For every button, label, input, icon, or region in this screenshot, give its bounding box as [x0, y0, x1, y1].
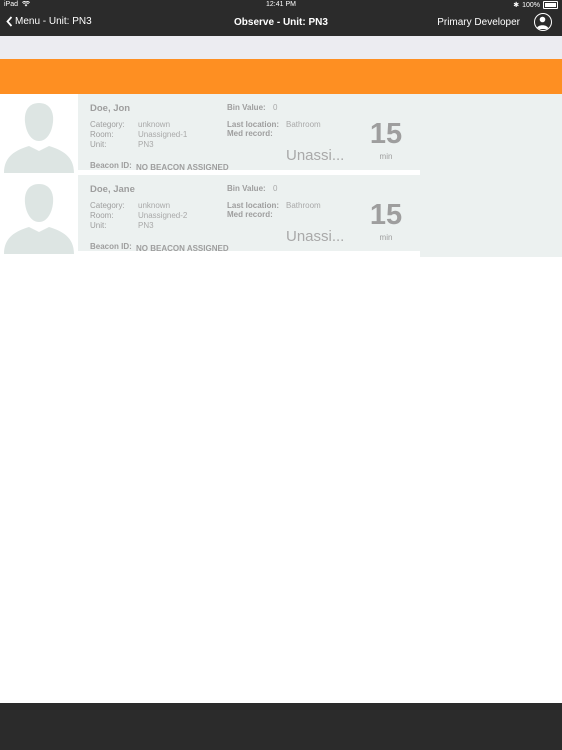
category-label: Category:	[90, 201, 125, 210]
bin-value: 0	[273, 103, 278, 112]
status-right: ✱ 100%	[513, 1, 558, 9]
category-label: Category:	[90, 120, 125, 129]
chevron-left-icon	[6, 16, 13, 27]
status-time: 12:41 PM	[266, 1, 296, 8]
person-silhouette-icon	[4, 103, 74, 173]
card-divider	[78, 170, 420, 173]
patient-card[interactable]: Doe, Jon Category: unknown Room: Unassig…	[0, 94, 420, 173]
bluetooth-icon: ✱	[513, 2, 520, 9]
back-button[interactable]: Menu - Unit: PN3	[6, 16, 92, 27]
room-label: Room:	[90, 130, 114, 139]
unit-value: PN3	[138, 221, 154, 230]
bottom-toolbar	[0, 703, 562, 750]
patient-card[interactable]: Doe, Jane Category: unknown Room: Unassi…	[0, 175, 420, 254]
filter-bar[interactable]	[0, 36, 562, 59]
navigation-bar: iPad 12:41 PM ✱ 100% Menu - Unit: PN3 Ob…	[0, 0, 562, 36]
patient-name: Doe, Jon	[90, 103, 131, 114]
category-value: unknown	[138, 120, 171, 129]
user-name[interactable]: Primary Developer	[437, 17, 520, 28]
last-location-label: Last location:	[227, 201, 280, 210]
patient-name: Doe, Jane	[90, 184, 135, 195]
room-value: Unassigned-2	[138, 211, 188, 220]
minutes-count: 15	[369, 199, 403, 231]
alert-banner	[0, 59, 562, 94]
battery-icon	[543, 1, 558, 9]
minutes-unit: min	[379, 152, 393, 161]
side-panel	[420, 94, 562, 257]
minutes-unit: min	[379, 233, 393, 242]
patient-info: Doe, Jane Category: unknown Room: Unassi…	[78, 175, 420, 254]
avatar	[0, 175, 78, 254]
room-value: Unassigned-1	[138, 130, 188, 139]
bin-value-label: Bin Value:	[227, 184, 266, 193]
bin-value: 0	[273, 184, 278, 193]
person-silhouette-icon	[4, 184, 74, 254]
battery-percent: 100%	[522, 1, 540, 9]
med-record-value: Unassi...	[286, 147, 345, 164]
med-record-value: Unassi...	[286, 228, 345, 245]
unit-label: Unit:	[90, 140, 107, 149]
unit-label: Unit:	[90, 221, 107, 230]
card-divider	[78, 251, 420, 254]
beacon-id-label: Beacon ID:	[90, 161, 132, 170]
bin-value-label: Bin Value:	[227, 103, 266, 112]
last-location-value: Bathroom	[286, 201, 321, 210]
category-value: unknown	[138, 201, 171, 210]
room-label: Room:	[90, 211, 114, 220]
avatar	[0, 94, 78, 173]
user-circle-icon	[536, 16, 549, 29]
last-location-label: Last location:	[227, 120, 280, 129]
back-button-label: Menu - Unit: PN3	[15, 16, 92, 27]
unit-value: PN3	[138, 140, 154, 149]
minutes-count: 15	[369, 118, 403, 150]
med-record-label: Med record:	[227, 210, 273, 219]
user-avatar-button[interactable]	[534, 13, 552, 31]
med-record-label: Med record:	[227, 129, 273, 138]
beacon-id-label: Beacon ID:	[90, 242, 132, 251]
last-location-value: Bathroom	[286, 120, 321, 129]
patient-info: Doe, Jon Category: unknown Room: Unassig…	[78, 94, 420, 173]
